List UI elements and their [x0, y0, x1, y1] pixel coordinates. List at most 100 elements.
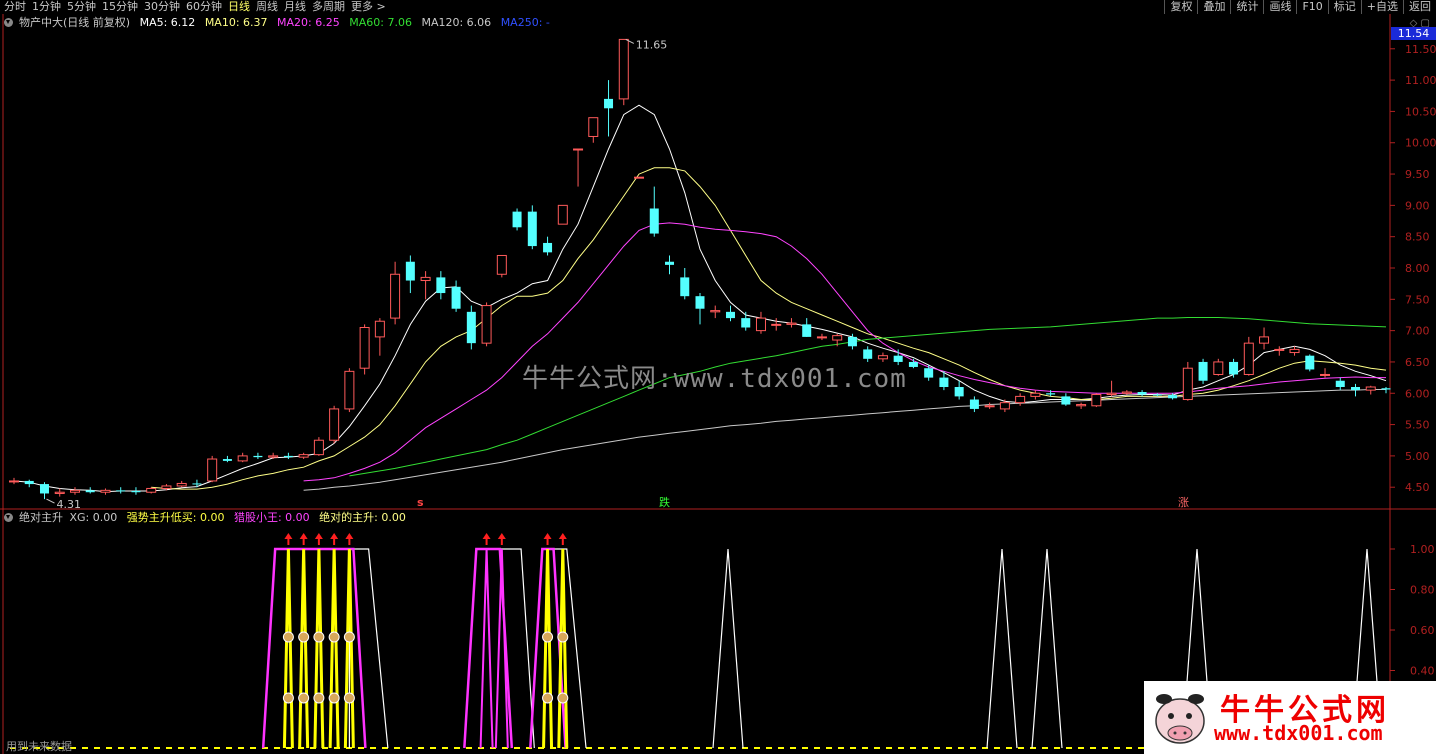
price-tick-label: 8.50 — [1405, 231, 1430, 244]
ind-tick-label: 0.80 — [1410, 584, 1435, 597]
ind-tick-label: 0.60 — [1410, 624, 1435, 637]
white-spike — [1031, 548, 1063, 749]
candle-body-up — [1274, 348, 1285, 351]
price-tick-label: 7.00 — [1405, 325, 1430, 338]
yellow-spike — [282, 548, 294, 749]
candle-body-down — [954, 387, 964, 397]
candle-body-up — [1076, 404, 1087, 407]
candle-body-down — [1168, 395, 1178, 399]
candle-body-up — [1320, 373, 1331, 376]
money-bag-icon — [542, 692, 554, 704]
money-bag-icon — [313, 692, 325, 704]
up-arrow-icon — [482, 533, 491, 539]
price-tick-label: 5.50 — [1405, 419, 1430, 432]
money-bag-icon — [343, 631, 355, 643]
candle-body-down — [908, 361, 918, 367]
money-bag-icon — [313, 631, 325, 643]
ma120-line — [303, 389, 1386, 491]
up-arrow-icon — [543, 533, 552, 539]
candle-body-up — [344, 370, 355, 410]
up-arrow-icon — [345, 533, 354, 539]
candle-body-down — [725, 311, 735, 319]
low-pointer — [46, 498, 55, 504]
up-arrow-icon — [299, 533, 308, 539]
candle-body-down — [1198, 361, 1208, 381]
candle-body-up — [69, 489, 80, 493]
candle-body-down — [543, 242, 553, 253]
candle-body-down — [924, 368, 934, 378]
candle-body-down — [39, 484, 49, 494]
candle-body-up — [832, 335, 843, 341]
candle-body-down — [527, 211, 537, 247]
candle-body-down — [847, 336, 857, 347]
candle-body-up — [207, 458, 218, 482]
price-tick-label: 10.00 — [1405, 137, 1436, 150]
candle-body-up — [1015, 395, 1026, 404]
candle-body-down — [192, 483, 202, 485]
candle-body-up — [786, 322, 797, 325]
yellow-spike — [328, 548, 340, 749]
ind-tick-label: 1.00 — [1410, 543, 1435, 556]
candle-body-up — [100, 489, 111, 493]
candle-body-up — [588, 117, 599, 137]
candle-body-up — [984, 405, 995, 408]
jdzs-label: 绝对的主升: 0.00 — [319, 511, 406, 524]
candle-body-up — [176, 482, 187, 487]
candle-body-up — [557, 204, 568, 225]
candle-body-down — [116, 490, 126, 492]
candle-body-down — [649, 208, 659, 234]
xg-label: XG: 0.00 — [69, 511, 118, 524]
magenta-spike — [479, 548, 494, 749]
candle-body-down — [451, 286, 461, 309]
candle-body-down — [604, 98, 614, 109]
candle-body-up — [710, 310, 721, 313]
money-bag-icon — [282, 631, 294, 643]
ma20-line — [303, 222, 1386, 482]
lmxw-label: 猎股小王: 0.00 — [233, 511, 310, 524]
candle-body-down — [1152, 394, 1162, 396]
candle-body-down — [969, 399, 979, 409]
logo-url: www.tdx001.com — [1214, 721, 1383, 745]
ma60-line — [349, 317, 1387, 477]
price-tick-label: 11.00 — [1405, 74, 1436, 87]
watermark-text: 牛牛公式网:www.tdx001.com — [522, 364, 907, 394]
candle-body-up — [999, 402, 1010, 410]
up-arrow-icon — [497, 533, 506, 539]
candle-body-down — [85, 490, 95, 493]
signal-die: 跌 — [659, 496, 670, 509]
site-logo: 牛牛公式网 www.tdx001.com — [1144, 681, 1436, 754]
candle-body-up — [1213, 361, 1224, 375]
candle-body-up — [359, 327, 370, 369]
up-arrow-icon — [558, 533, 567, 539]
yellow-spike — [298, 548, 310, 749]
candle-body-up — [146, 487, 157, 493]
price-tick-label: 7.50 — [1405, 293, 1430, 306]
candle-body-down — [1305, 355, 1315, 370]
price-tick-label: 6.00 — [1405, 387, 1430, 400]
candle-body-up — [1243, 342, 1254, 375]
candle-body-down — [1137, 392, 1147, 395]
indicator-collapse-icon[interactable] — [4, 513, 13, 522]
candle-body-down — [253, 455, 263, 458]
candle-body-down — [512, 211, 522, 228]
candle-body-up — [1091, 394, 1102, 407]
yellow-spike — [542, 548, 554, 749]
money-bag-icon — [557, 631, 569, 643]
candle-body-up — [237, 455, 248, 462]
candle-body-up — [1259, 336, 1270, 344]
money-bag-icon — [542, 631, 554, 643]
candle-body-down — [1229, 361, 1239, 375]
money-bag-icon — [328, 631, 340, 643]
indicator-name: 绝对主升 — [19, 511, 63, 524]
candle-body-down — [131, 490, 141, 493]
candle-body-up — [634, 176, 645, 179]
white-spike — [712, 548, 744, 749]
candle-body-down — [436, 277, 446, 294]
cow-logo-icon — [1155, 694, 1205, 744]
signal-zhang: 涨 — [1178, 496, 1189, 509]
candle-body-up — [161, 485, 172, 489]
signal-s: s — [417, 496, 424, 509]
candle-body-up — [420, 276, 431, 282]
candle-body-down — [283, 455, 293, 458]
ind-tick-label: 0.40 — [1410, 665, 1435, 678]
